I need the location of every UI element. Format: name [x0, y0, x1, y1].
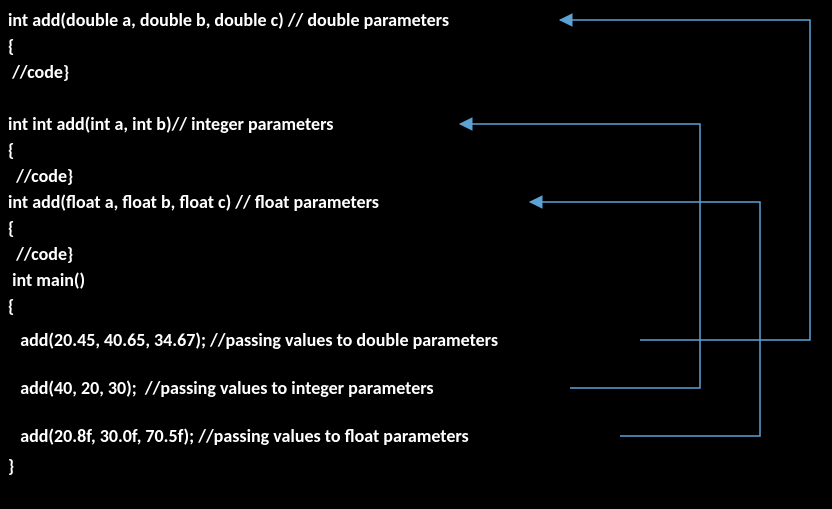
code-diagram: { "lines": { "l1": "int add(double a, do… — [0, 0, 832, 509]
arrow-call-float-to-decl-float — [530, 196, 760, 436]
decl-float: int add(float a, float b, float c) // fl… — [8, 192, 379, 214]
code-body-2: //code} — [8, 166, 73, 188]
decl-main: int main() — [8, 270, 85, 292]
brace-open-1: { — [8, 36, 14, 58]
brace-open-main: { — [8, 296, 14, 318]
decl-integer: int int add(int a, int b)// integer para… — [8, 114, 333, 136]
decl-double: int add(double a, double b, double c) //… — [8, 10, 449, 32]
code-body-1: //code} — [8, 62, 69, 84]
brace-open-2: { — [8, 140, 14, 162]
brace-close-main: } — [8, 456, 14, 478]
call-integer: add(40, 20, 30); //passing values to int… — [8, 378, 434, 400]
code-body-3: //code} — [8, 244, 73, 266]
arrow-call-double-to-decl-double — [560, 14, 810, 340]
call-double: add(20.45, 40.65, 34.67); //passing valu… — [8, 330, 498, 352]
brace-open-3: { — [8, 218, 14, 240]
call-float: add(20.8f, 30.0f, 70.5f); //passing valu… — [8, 426, 469, 448]
